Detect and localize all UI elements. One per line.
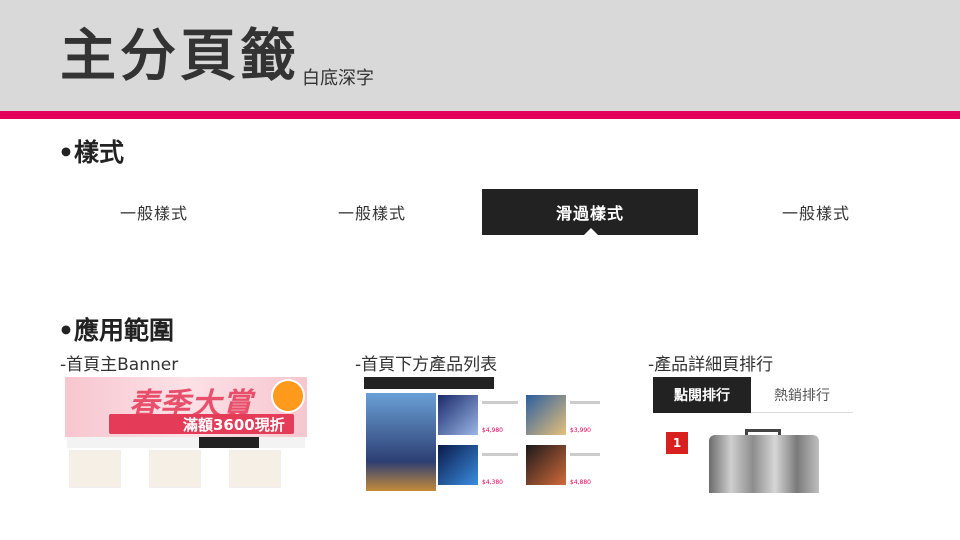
- ranking-tab-inactive[interactable]: 熱銷排行: [751, 377, 853, 413]
- tab-label: 一般樣式: [337, 204, 406, 223]
- product-desc-line: [482, 453, 518, 456]
- tab-normal-1[interactable]: 一般樣式: [46, 189, 262, 235]
- section-heading-usage: •應用範圍: [58, 316, 174, 345]
- product-list-screenshot: $4,980 $3,990 $4,380 $4,880: [364, 377, 606, 493]
- banner-nav-active: [199, 437, 259, 448]
- product-desc-line: [570, 401, 600, 404]
- usage-caption-banner: -首頁主Banner: [60, 355, 179, 375]
- product-thumb: [526, 395, 566, 435]
- product-desc-line: [482, 401, 518, 404]
- product-price: $3,990: [570, 427, 591, 434]
- banner-product-image: [149, 450, 201, 488]
- banner-nav-bar: [67, 437, 305, 448]
- banner-screenshot: 春季大賞 滿額3600現折1000: [65, 377, 307, 493]
- slide-subtitle: 白底深字: [302, 68, 374, 89]
- usage-caption-ranking: -產品詳細頁排行: [648, 355, 774, 375]
- product-price: $4,980: [482, 427, 503, 434]
- rank-number-badge: 1: [666, 432, 688, 454]
- tab-label: 一般樣式: [781, 204, 850, 223]
- product-desc-line: [570, 453, 600, 456]
- slide-title: 主分頁籤: [60, 24, 300, 89]
- product-thumb: [526, 445, 566, 485]
- tab-label: 一般樣式: [119, 204, 188, 223]
- ranking-tab-active[interactable]: 點閱排行: [653, 377, 751, 413]
- product-list-tabbar: [364, 377, 494, 389]
- suitcase-product-image: [709, 435, 819, 493]
- tab-normal-2[interactable]: 一般樣式: [264, 189, 480, 235]
- product-thumb: [438, 395, 478, 435]
- product-thumb: [438, 445, 478, 485]
- usage-caption-product-list: -首頁下方產品列表: [355, 355, 498, 375]
- tab-normal-3[interactable]: 一般樣式: [708, 189, 924, 235]
- ranking-screenshot: 點閱排行 熱銷排行 1: [653, 377, 853, 493]
- banner-product-image: [69, 450, 121, 488]
- banner-product-image: [229, 450, 281, 488]
- tab-label: 滑過樣式: [555, 204, 624, 223]
- product-price: $4,380: [482, 479, 503, 486]
- banner-badge-icon: [271, 379, 305, 413]
- tab-hover[interactable]: 滑過樣式: [482, 189, 698, 236]
- product-price: $4,880: [570, 479, 591, 486]
- product-list-poster: [366, 393, 436, 491]
- section-heading-style: •樣式: [58, 138, 124, 167]
- accent-rule: [0, 111, 960, 119]
